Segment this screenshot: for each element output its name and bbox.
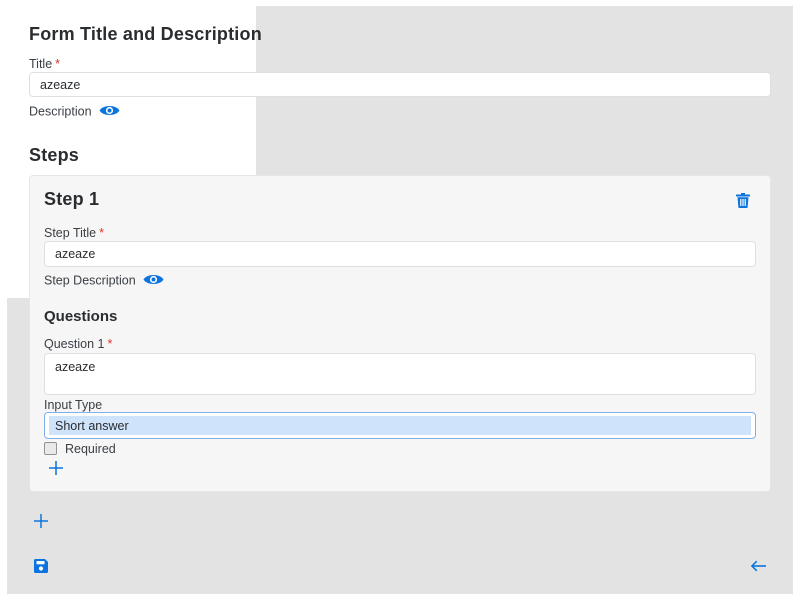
question-textarea[interactable]: azeaze (44, 353, 756, 395)
required-asterisk: * (55, 57, 61, 71)
step-description-label: Step Description (44, 273, 136, 288)
plus-icon[interactable] (48, 460, 64, 476)
title-label: Title * (29, 57, 60, 71)
question-label: Question 1 * (44, 337, 112, 351)
required-asterisk: * (107, 337, 113, 351)
step-title-label-text: Step Title (44, 226, 97, 240)
input-type-selected-option[interactable]: Short answer (49, 416, 751, 435)
input-type-select[interactable]: Short answer (44, 412, 756, 439)
questions-heading: Questions (44, 308, 118, 325)
required-label: Required (65, 442, 116, 456)
eye-icon[interactable] (99, 104, 120, 120)
title-input[interactable]: azeaze (29, 72, 771, 97)
input-type-label: Input Type (44, 398, 103, 412)
steps-heading: Steps (29, 145, 80, 165)
trash-icon[interactable] (734, 191, 752, 209)
step-heading: Step 1 (44, 189, 100, 209)
required-checkbox[interactable] (44, 442, 57, 455)
title-label-text: Title (29, 57, 53, 71)
description-label: Description (29, 104, 92, 119)
form-heading: Form Title and Description (29, 24, 262, 44)
plus-icon[interactable] (33, 513, 49, 529)
step-title-label: Step Title * (44, 226, 104, 240)
step-card (29, 175, 771, 492)
form-editor: Form Title and Description Title * azeaze… (0, 0, 800, 600)
eye-icon[interactable] (143, 273, 164, 289)
required-asterisk: * (99, 226, 104, 240)
save-icon[interactable] (33, 558, 49, 574)
step-description-row: Step Description (44, 273, 164, 289)
step-title-input[interactable]: azeaze (44, 241, 756, 267)
arrow-left-icon[interactable] (749, 558, 767, 574)
description-row: Description (29, 104, 120, 120)
question-label-text: Question 1 (44, 337, 105, 351)
